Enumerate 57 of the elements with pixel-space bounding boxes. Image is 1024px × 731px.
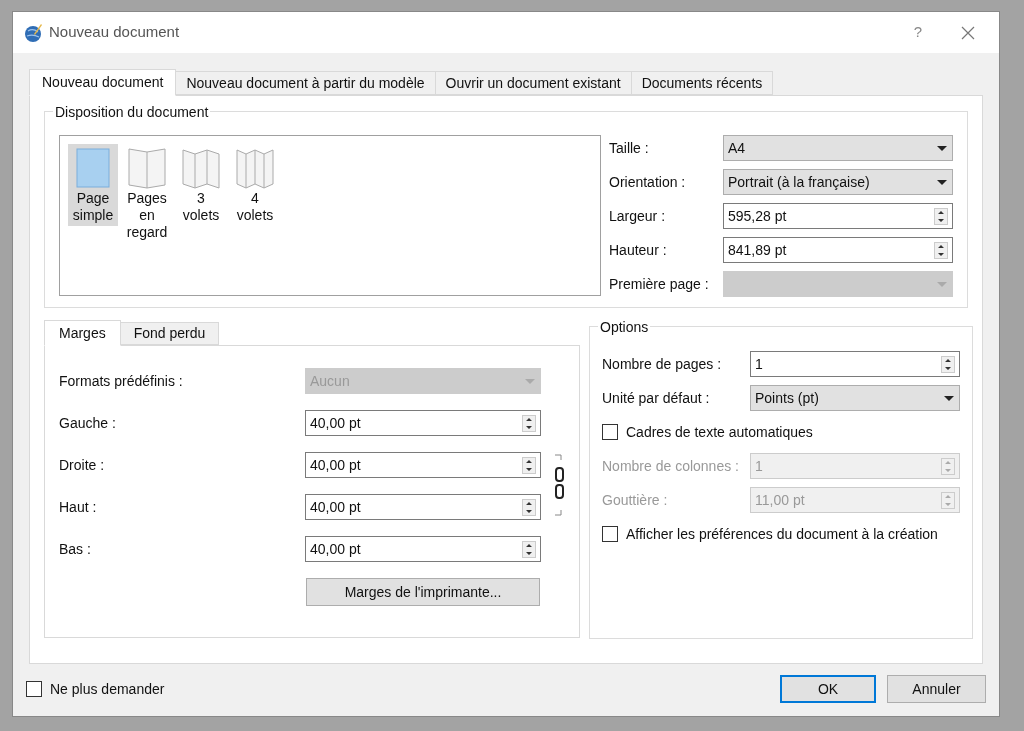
trifold-icon <box>181 146 221 190</box>
tab[interactable]: Nouveau document <box>29 69 177 96</box>
spin-box[interactable]: 40,00 pt <box>305 494 541 520</box>
field-label: Première page : <box>609 274 710 294</box>
dropdown[interactable]: Points (pt) <box>750 385 960 411</box>
facing-pages-icon <box>127 146 167 190</box>
spin-box[interactable]: 1 <box>750 351 960 377</box>
globe-icon <box>23 22 43 43</box>
field-label: Gauche : <box>59 413 117 433</box>
field-label: Unité par défaut : <box>602 388 711 408</box>
field-label: Bas : <box>59 539 92 559</box>
caret-icon <box>936 178 948 186</box>
cancel-button[interactable]: Annuler <box>887 675 986 703</box>
layout-option[interactable]: Pages en regard <box>122 144 172 243</box>
spin-box[interactable]: 595,28 pt <box>723 203 953 229</box>
layout-option[interactable]: 3 volets <box>176 144 226 226</box>
tab[interactable]: Nouveau document à partir du modèle <box>175 71 436 95</box>
spin-box[interactable]: 841,89 pt <box>723 237 953 263</box>
dropdown[interactable]: Portrait (à la française) <box>723 169 953 195</box>
checkbox[interactable] <box>602 526 618 542</box>
tab[interactable]: Documents récents <box>630 71 774 95</box>
tab[interactable]: Marges <box>44 320 121 346</box>
checkbox[interactable] <box>602 424 618 440</box>
field-label: Nombre de pages : <box>602 354 723 374</box>
field-label: Taille : <box>609 138 650 158</box>
fourfold-icon <box>235 146 275 190</box>
layout-option[interactable]: Page simple <box>68 144 118 226</box>
caret-icon <box>936 144 948 152</box>
spin-box[interactable]: 40,00 pt <box>305 452 541 478</box>
caret-icon <box>524 377 536 385</box>
tab[interactable]: Fond perdu <box>119 322 220 345</box>
field-label: Droite : <box>59 455 106 475</box>
close-icon[interactable] <box>961 25 975 40</box>
spin-box[interactable]: 40,00 pt <box>305 536 541 562</box>
field-label: Nombre de colonnes : <box>602 456 740 476</box>
field-label: Orientation : <box>609 172 687 192</box>
checkbox-label[interactable]: Ne plus demander <box>50 678 165 700</box>
field-label: Formats prédéfinis : <box>59 371 184 391</box>
layout-option[interactable]: 4 volets <box>230 144 280 226</box>
window-title: Nouveau document <box>49 22 180 43</box>
field-label: Hauteur : <box>609 240 668 260</box>
checkbox-label[interactable]: Cadres de texte automatiques <box>626 421 813 443</box>
dropdown[interactable]: A4 <box>723 135 953 161</box>
field-label: Largeur : <box>609 206 667 226</box>
help-button[interactable]: ? <box>895 21 941 44</box>
spin-box[interactable]: 40,00 pt <box>305 410 541 436</box>
chain-link-icon[interactable] <box>553 454 565 516</box>
page-icon <box>73 146 113 190</box>
caret-icon <box>943 394 955 402</box>
checkbox-label[interactable]: Afficher les préférences du document à la création <box>626 523 938 545</box>
checkbox[interactable] <box>26 681 42 697</box>
ok-button[interactable]: OK <box>780 675 876 703</box>
tab[interactable]: Ouvrir un document existant <box>434 71 632 95</box>
field-label: Haut : <box>59 497 98 517</box>
field-label: Gouttière : <box>602 490 669 510</box>
printer-margins-button[interactable]: Marges de l'imprimante... <box>306 578 540 606</box>
caret-icon <box>936 280 948 288</box>
